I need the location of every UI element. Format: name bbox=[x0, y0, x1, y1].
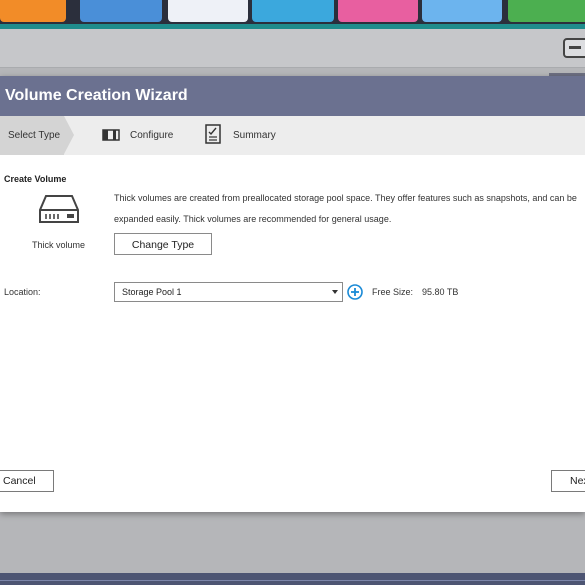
dialog-title: Volume Creation Wizard bbox=[5, 87, 188, 104]
summary-icon bbox=[205, 124, 221, 144]
free-size-label: Free Size: bbox=[372, 287, 414, 297]
hard-drive-icon bbox=[39, 195, 79, 223]
app-tile-pink[interactable] bbox=[338, 0, 418, 22]
step-arrow bbox=[64, 116, 74, 154]
app-tile-green[interactable] bbox=[508, 0, 585, 22]
app-tile-orange[interactable] bbox=[0, 0, 66, 22]
background-toolbar bbox=[0, 29, 585, 68]
background-menu-button[interactable] bbox=[563, 38, 585, 58]
app-tile-cyan[interactable] bbox=[252, 0, 334, 22]
cancel-button[interactable]: Cancel bbox=[0, 470, 54, 492]
location-selected-value: Storage Pool 1 bbox=[122, 287, 182, 297]
step-select-type: Select Type bbox=[8, 130, 61, 141]
volume-type-description: Thick volumes are created from prealloca… bbox=[114, 193, 577, 224]
wizard-steps: Select Type Configure Summary bbox=[0, 116, 585, 155]
dialog-title-bar: Volume Creation Wizard bbox=[0, 76, 585, 116]
section-title: Create Volume bbox=[4, 174, 67, 184]
chevron-down-icon bbox=[332, 290, 338, 294]
configure-icon bbox=[102, 129, 120, 141]
free-size-value: 95.80 TB bbox=[422, 287, 459, 297]
location-label: Location: bbox=[4, 287, 41, 297]
volume-type-label: Thick volume bbox=[32, 240, 86, 250]
app-tile-white[interactable] bbox=[168, 0, 248, 22]
add-circle-icon[interactable] bbox=[347, 284, 363, 300]
app-tile-strip bbox=[0, 0, 585, 24]
app-tile-lightblue[interactable] bbox=[422, 0, 502, 22]
bottom-line bbox=[0, 580, 585, 581]
step-summary: Summary bbox=[233, 130, 276, 141]
volume-creation-dialog: Volume Creation Wizard Select Type Confi… bbox=[0, 76, 585, 512]
next-button[interactable]: Next bbox=[551, 470, 585, 492]
location-select[interactable]: Storage Pool 1 bbox=[114, 282, 343, 302]
step-configure: Configure bbox=[130, 130, 174, 141]
app-tile-blue[interactable] bbox=[80, 0, 162, 22]
bottom-band bbox=[0, 573, 585, 585]
change-type-button[interactable]: Change Type bbox=[114, 233, 212, 255]
